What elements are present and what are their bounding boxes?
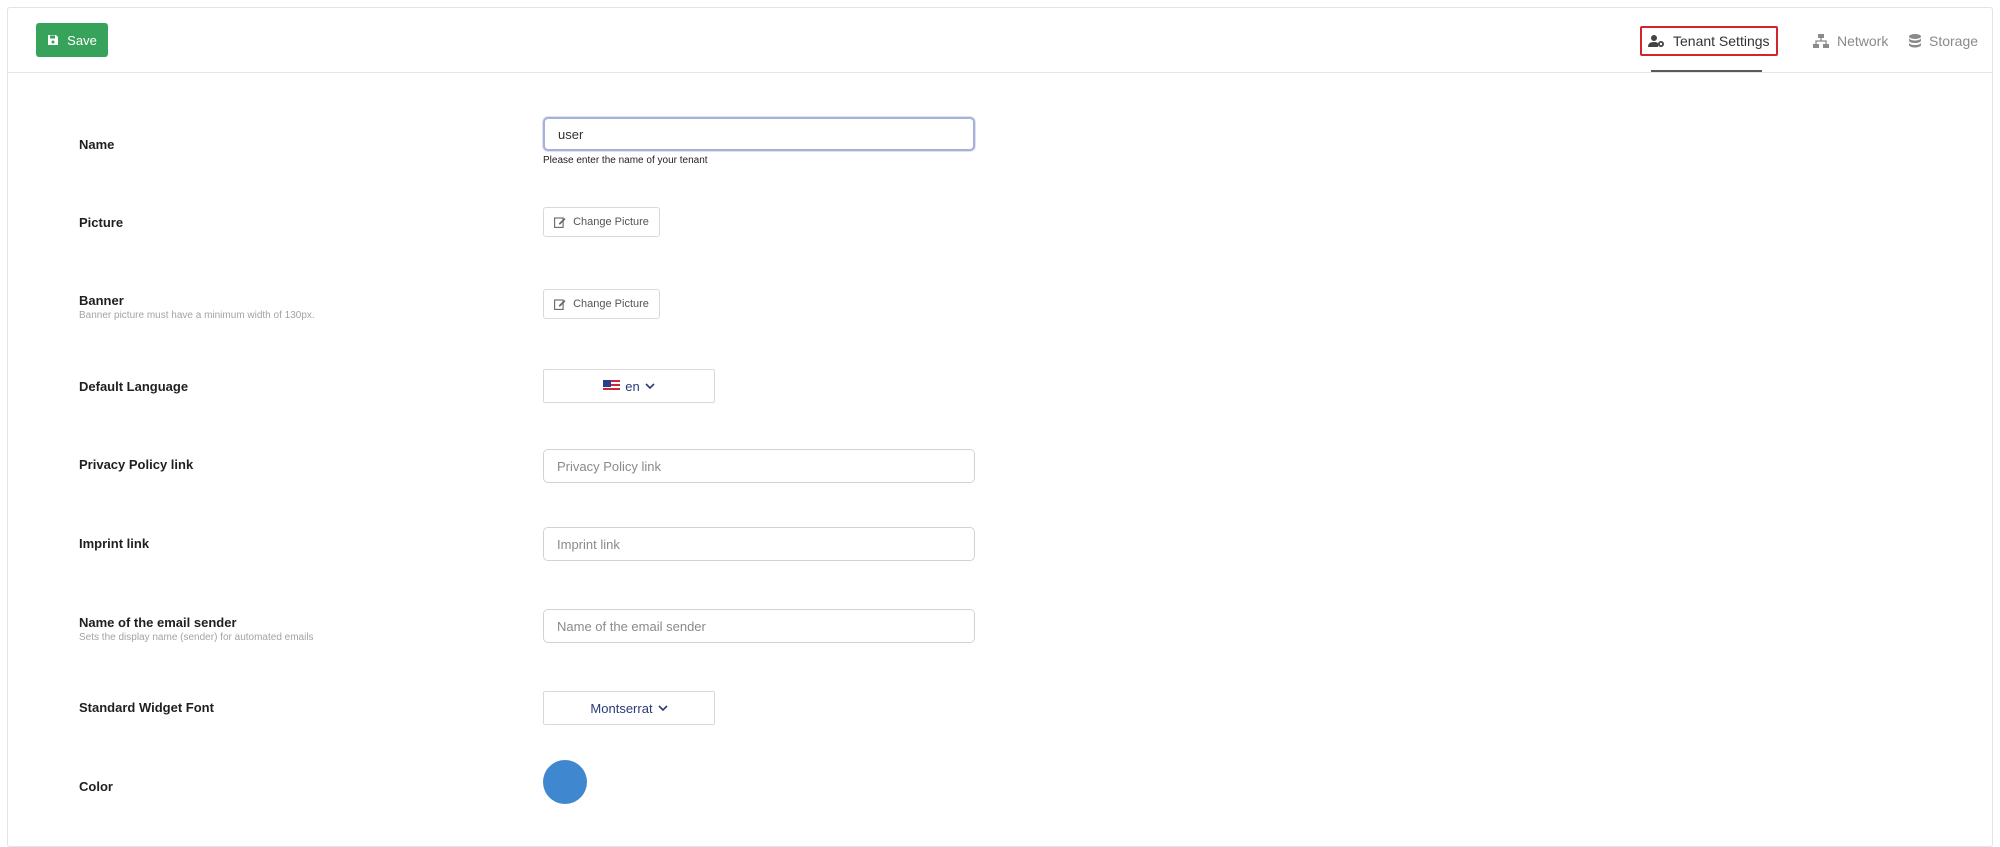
- email-sender-sublabel: Sets the display name (sender) for autom…: [79, 632, 314, 643]
- user-gear-icon: [1648, 34, 1665, 48]
- tab-label: Network: [1837, 33, 1889, 49]
- database-icon: [1909, 34, 1921, 48]
- active-tab-indicator: [1651, 70, 1762, 72]
- network-icon: [1813, 34, 1829, 48]
- banner-title: Banner: [79, 293, 124, 308]
- color-label: Color: [79, 779, 113, 794]
- change-picture-button[interactable]: Change Picture: [543, 207, 660, 237]
- widget-font-value: Montserrat: [590, 700, 653, 716]
- imprint-label: Imprint link: [79, 536, 150, 551]
- edit-icon: [554, 298, 566, 310]
- email-sender-title: Name of the email sender: [79, 615, 237, 630]
- banner-sublabel: Banner picture must have a minimum width…: [79, 310, 315, 321]
- save-button[interactable]: Save: [36, 23, 108, 57]
- privacy-policy-input[interactable]: [543, 449, 975, 483]
- tab-label: Storage: [1929, 33, 1979, 49]
- change-banner-button[interactable]: Change Picture: [543, 289, 660, 319]
- change-banner-label: Change Picture: [573, 298, 649, 310]
- default-language-label: Default Language: [79, 379, 189, 394]
- email-sender-input[interactable]: [543, 609, 975, 643]
- name-help-text: Please enter the name of your tenant: [543, 155, 708, 166]
- floppy-disk-icon: [47, 34, 59, 46]
- name-label: Name: [79, 137, 115, 152]
- tab-label: Tenant Settings: [1673, 33, 1770, 49]
- tab-tenant-settings[interactable]: Tenant Settings: [1640, 26, 1778, 56]
- change-picture-label: Change Picture: [573, 216, 649, 228]
- chevron-down-icon: [645, 382, 655, 390]
- banner-label: Banner Banner picture must have a minimu…: [79, 293, 315, 321]
- color-picker-swatch[interactable]: [543, 760, 587, 804]
- settings-card: Save Tenant Settings Network Storage: [7, 7, 1993, 847]
- email-sender-label: Name of the email sender Sets the displa…: [79, 615, 314, 643]
- picture-label: Picture: [79, 215, 124, 230]
- tab-storage[interactable]: Storage: [1903, 26, 1984, 56]
- us-flag-icon: [603, 380, 621, 392]
- save-label: Save: [67, 32, 97, 48]
- imprint-input[interactable]: [543, 527, 975, 561]
- top-toolbar: Save Tenant Settings Network Storage: [8, 8, 1992, 73]
- chevron-down-icon: [657, 704, 668, 712]
- tab-network[interactable]: Network: [1807, 26, 1894, 56]
- tenant-name-input[interactable]: [543, 117, 975, 151]
- language-select[interactable]: en: [543, 369, 715, 403]
- language-value: en: [625, 378, 640, 394]
- widget-font-select[interactable]: Montserrat: [543, 691, 715, 725]
- privacy-policy-label: Privacy Policy link: [79, 457, 194, 472]
- edit-icon: [554, 216, 566, 228]
- widget-font-label: Standard Widget Font: [79, 700, 214, 715]
